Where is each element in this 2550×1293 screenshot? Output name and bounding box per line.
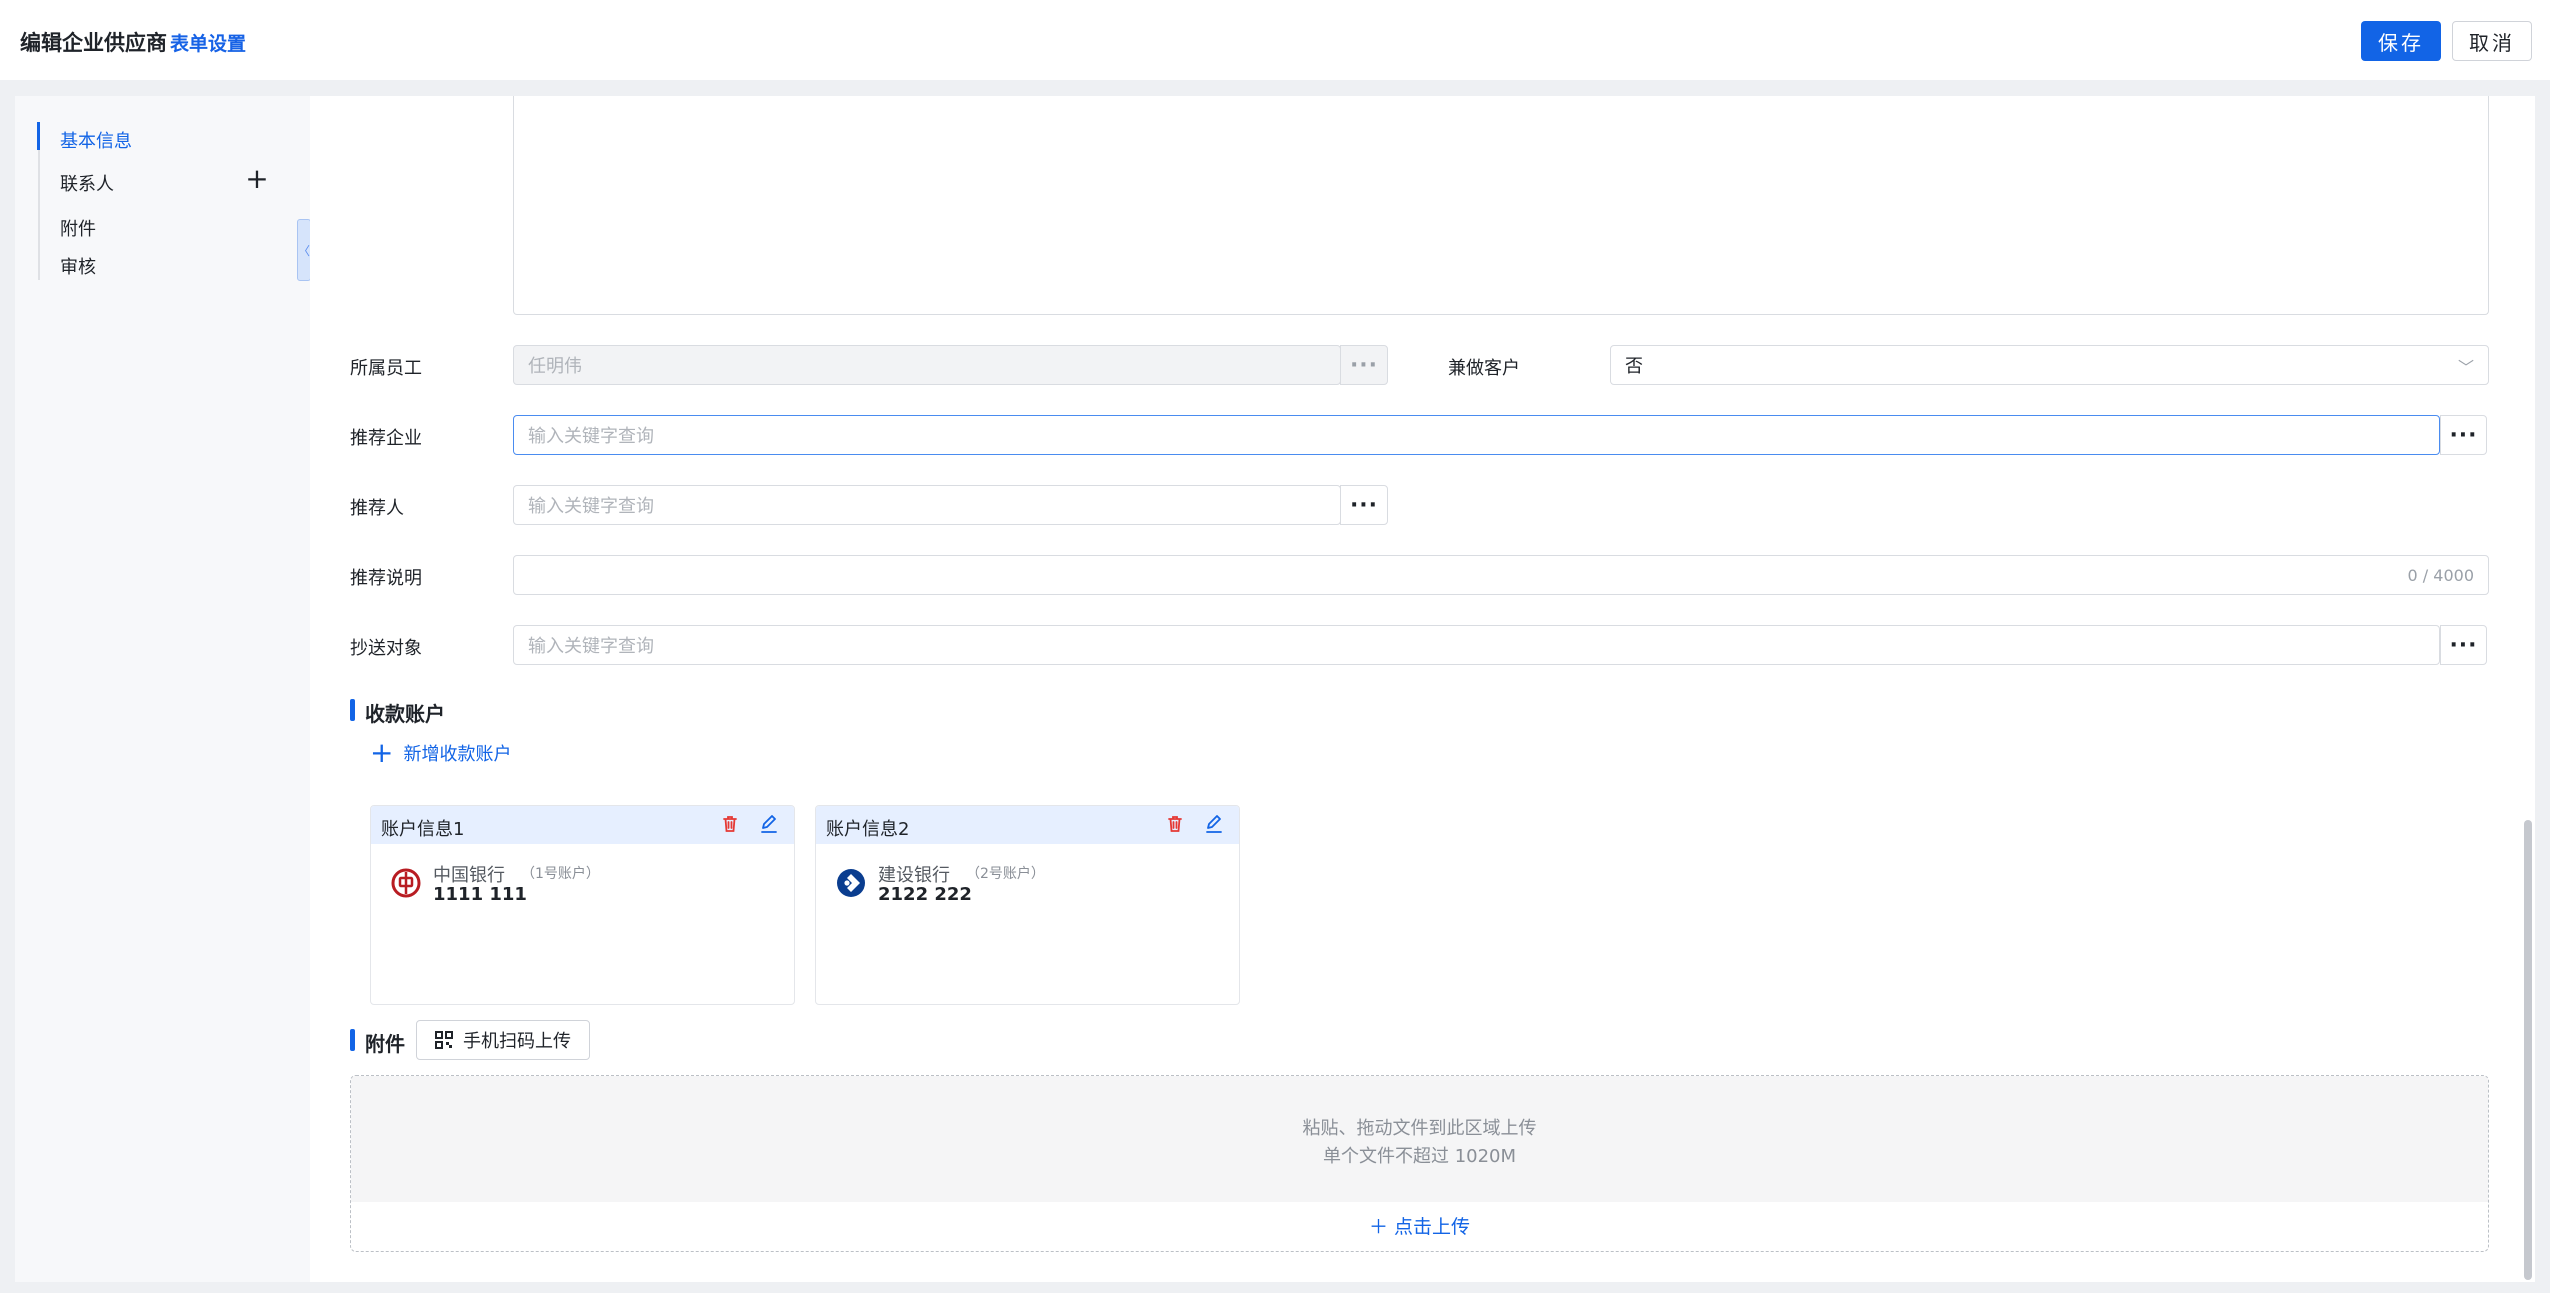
attachments-section-marker	[350, 1029, 355, 1051]
attachments-section-title: 附件	[365, 1032, 405, 1056]
referrer-company-more-button[interactable]: ···	[2440, 415, 2487, 455]
plus-icon: +	[370, 736, 394, 769]
size-hint: 单个文件不超过 1020M	[1322, 1146, 1517, 1167]
cc-target-placeholder: 输入关键字查询	[528, 636, 654, 657]
also-customer-select[interactable]: 否 ﹀	[1610, 345, 2489, 385]
scan-upload-button[interactable]: 手机扫码上传	[416, 1020, 590, 1060]
account-card-title: 账户信息2	[826, 819, 910, 840]
sidebar-item-basic-info[interactable]: 基本信息	[60, 127, 132, 153]
bank-of-china-logo	[391, 868, 421, 898]
add-account-button[interactable]: + 新增收款账户	[370, 736, 512, 769]
account-card-1: 账户信息1 中国银行 （1号账户） 1111 111	[370, 805, 795, 1005]
sidebar-active-indicator	[37, 122, 40, 150]
sidebar-item-contacts[interactable]: 联系人	[60, 170, 114, 196]
employee-field: 任明伟	[513, 345, 1341, 385]
char-counter: 0 / 4000	[2407, 566, 2474, 585]
cancel-button[interactable]: 取消	[2452, 21, 2532, 61]
employee-label: 所属员工	[350, 358, 422, 379]
plus-icon: ＋	[1368, 1216, 1388, 1238]
click-upload-label: 点击上传	[1394, 1216, 1471, 1238]
referrer-input[interactable]: 输入关键字查询	[513, 485, 1341, 525]
upload-dropzone[interactable]: 粘贴、拖动文件到此区域上传 单个文件不超过 1020M ＋ 点击上传	[350, 1075, 2489, 1252]
employee-more-button: ···	[1340, 345, 1388, 385]
accounts-section-marker	[350, 699, 355, 721]
referrer-more-button[interactable]: ···	[1340, 485, 1388, 525]
add-contact-plus-icon[interactable]: +	[245, 165, 269, 193]
chevron-left-icon[interactable]: 〈	[297, 219, 311, 281]
referrer-label: 推荐人	[350, 498, 404, 519]
edit-icon[interactable]	[1204, 814, 1224, 834]
also-customer-label: 兼做客户	[1448, 358, 1520, 379]
referrer-company-label: 推荐企业	[350, 428, 422, 449]
page-header	[0, 0, 2550, 80]
account-number: 2122 222	[878, 884, 972, 905]
account-tag: （2号账户）	[966, 866, 1045, 882]
account-card-2: 账户信息2 建设银行 （2号账户） 2122 222	[815, 805, 1240, 1005]
form-settings-link[interactable]: 表单设置	[170, 29, 246, 56]
account-card-title: 账户信息1	[381, 819, 465, 840]
cc-target-label: 抄送对象	[350, 638, 422, 659]
also-customer-value: 否	[1625, 356, 1643, 377]
cc-target-more-button[interactable]: ···	[2440, 625, 2487, 665]
delete-icon[interactable]	[720, 814, 740, 834]
delete-icon[interactable]	[1165, 814, 1185, 834]
employee-value: 任明伟	[528, 356, 582, 377]
referral-note-input[interactable]: 0 / 4000	[513, 555, 2489, 595]
save-button[interactable]: 保存	[2361, 21, 2441, 61]
ccb-logo	[837, 869, 865, 897]
accounts-section-title: 收款账户	[365, 702, 445, 726]
drop-hint: 粘贴、拖动文件到此区域上传	[1302, 1118, 1537, 1139]
cc-target-input[interactable]: 输入关键字查询	[513, 625, 2440, 665]
chevron-down-icon: ﹀	[2457, 358, 2474, 377]
page-title: 编辑企业供应商	[20, 31, 167, 55]
qr-code-icon	[435, 1031, 453, 1049]
scan-upload-label: 手机扫码上传	[463, 1031, 571, 1052]
edit-icon[interactable]	[759, 814, 779, 834]
account-number: 1111 111	[433, 884, 527, 905]
account-tag: （1号账户）	[521, 866, 600, 882]
add-account-label: 新增收款账户	[403, 744, 512, 765]
referrer-company-placeholder: 输入关键字查询	[528, 426, 654, 447]
sidebar-item-attachments[interactable]: 附件	[60, 215, 96, 241]
referral-note-label: 推荐说明	[350, 568, 422, 589]
click-upload-button[interactable]: ＋ 点击上传	[351, 1212, 2488, 1239]
description-textarea[interactable]	[513, 96, 2489, 315]
sidebar-item-review[interactable]: 审核	[60, 253, 96, 279]
referrer-placeholder: 输入关键字查询	[528, 496, 654, 517]
scrollbar-thumb[interactable]	[2524, 820, 2532, 1280]
referrer-company-input[interactable]: 输入关键字查询	[513, 415, 2440, 455]
